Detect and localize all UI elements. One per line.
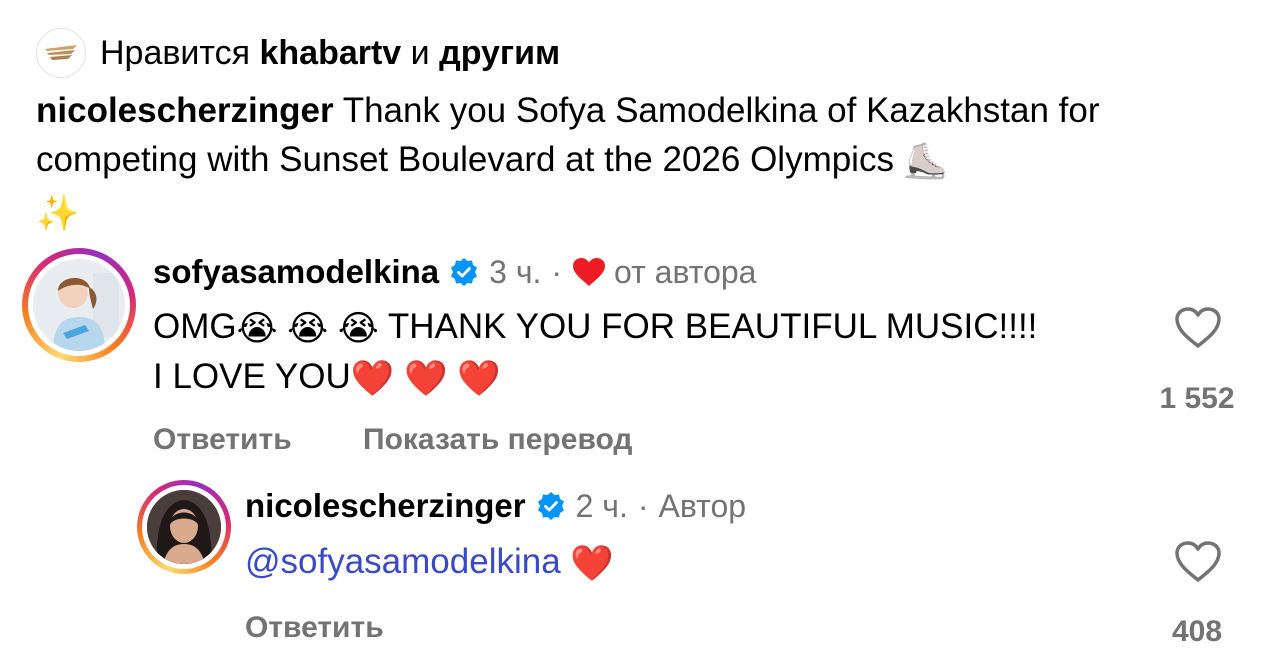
likes-user-link[interactable]: khabartv [259, 34, 401, 72]
red-heart-icon [572, 257, 606, 287]
red-heart-emoji: ❤️ [404, 358, 448, 398]
comment-like-count[interactable]: 1 552 [1140, 379, 1254, 419]
verified-badge-icon [449, 257, 479, 287]
likes-others-link[interactable]: другим [439, 34, 560, 72]
comment-prefix: OMG [153, 307, 237, 346]
crying-emoji: 😭 [236, 308, 278, 348]
likes-text: Нравится khabartv и другим [100, 33, 560, 73]
reply-username[interactable]: nicolescherzinger [245, 486, 526, 526]
comment-text: OMG😭 😭 😭 THANK YOU FOR BEAUTIFUL MUSIC!!… [153, 303, 1053, 403]
comment-time: 3 ч. [489, 254, 542, 290]
avatar-sofyasamodelkina[interactable] [22, 248, 136, 362]
red-heart-emoji: ❤️ [457, 358, 502, 398]
khabar-logo-icon[interactable] [36, 28, 86, 78]
post-caption: nicolescherzinger Thank you Sofya Samode… [36, 86, 1246, 238]
sparkles-emoji: ✨ [36, 193, 80, 233]
likes-middle: и [410, 34, 430, 72]
comment-username[interactable]: sofyasamodelkina [153, 252, 439, 292]
avatar-nicolescherzinger[interactable] [137, 480, 231, 574]
meta-separator: · [551, 254, 563, 290]
likes-prefix: Нравится [100, 34, 251, 72]
reply-button[interactable]: Ответить [153, 420, 292, 460]
reply-like-count[interactable]: 408 [1140, 612, 1254, 652]
crying-emoji: 😭 [337, 308, 379, 348]
show-translation-button[interactable]: Показать перевод [363, 420, 632, 460]
author-badge: Автор [658, 488, 747, 524]
heart-outline-icon[interactable] [1174, 540, 1222, 584]
reply-button[interactable]: Ответить [245, 608, 384, 648]
ice-skate-emoji: ⛸️ [903, 142, 948, 182]
likes-summary[interactable]: Нравится khabartv и другим [36, 28, 560, 78]
verified-badge-icon [536, 491, 566, 521]
reply-header: nicolescherzinger 2 ч. · Автор [245, 486, 746, 526]
comment-main-text: THANK YOU FOR BEAUTIFUL MUSIC!!!! I LOVE… [153, 307, 1038, 396]
meta-separator: · [637, 488, 649, 524]
red-heart-emoji: ❤️ [350, 358, 395, 398]
red-heart-emoji: ❤️ [570, 543, 615, 583]
heart-outline-icon[interactable] [1174, 306, 1222, 350]
author-liked-label: от автора [614, 254, 757, 290]
reply-time: 2 ч. [575, 488, 628, 524]
comment-header: sofyasamodelkina 3 ч. · от автора [153, 252, 756, 292]
crying-emoji: 😭 [287, 308, 329, 348]
caption-author[interactable]: nicolescherzinger [36, 91, 334, 130]
mention-link[interactable]: @sofyasamodelkina [245, 542, 561, 581]
reply-text: @sofyasamodelkina ❤️ [245, 538, 614, 588]
